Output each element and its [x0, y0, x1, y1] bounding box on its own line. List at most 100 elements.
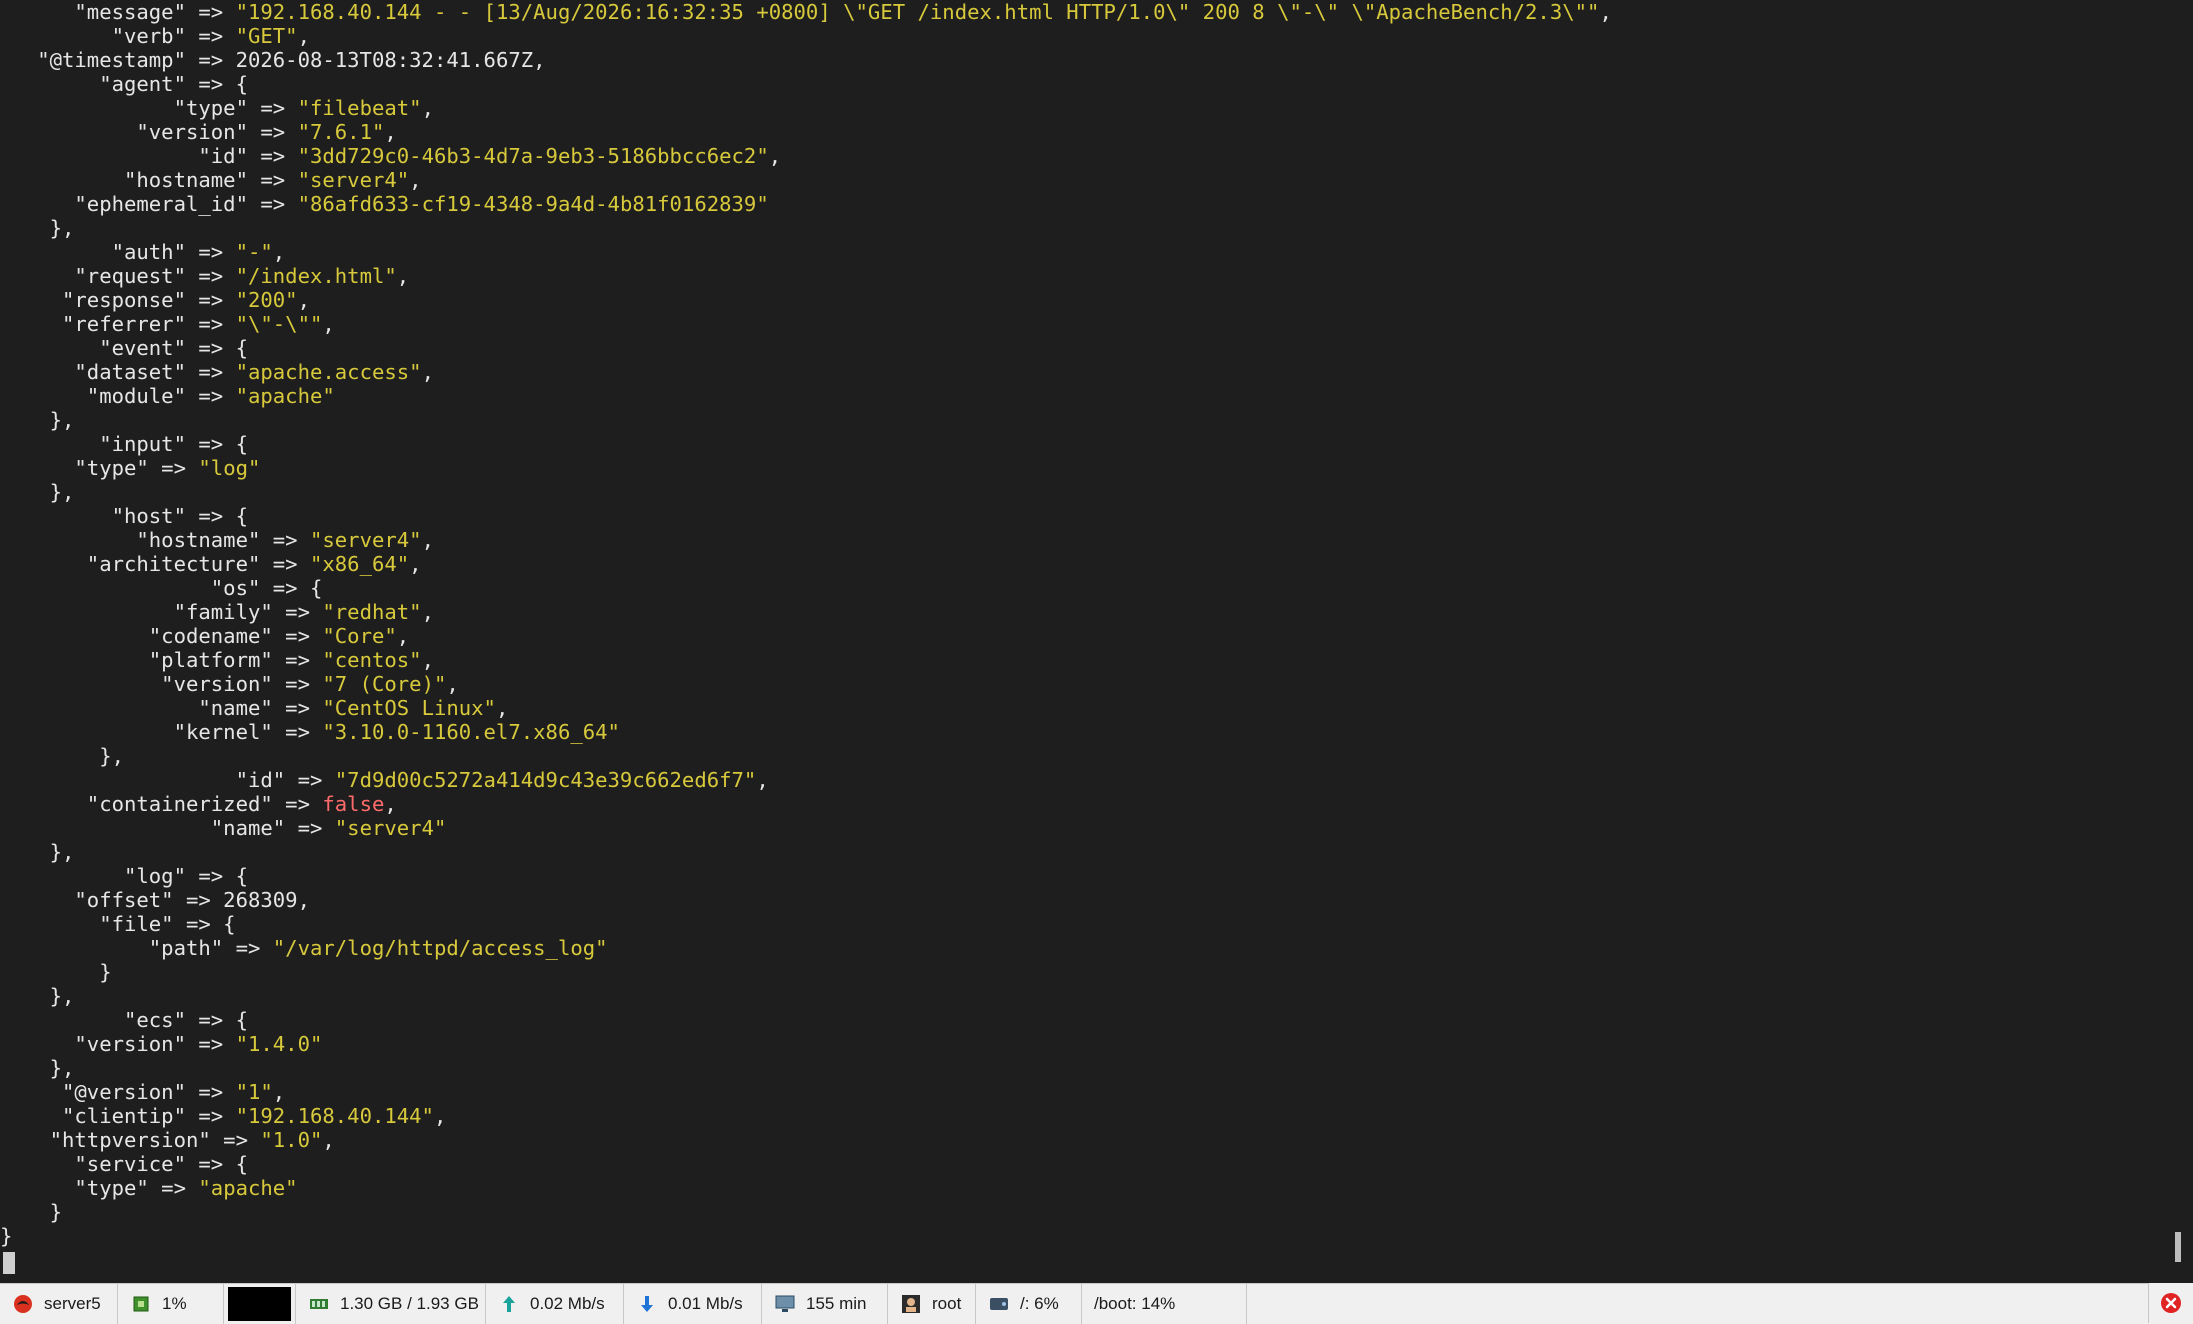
key-token: "path" => — [0, 936, 273, 960]
upload-value: 0.02 Mb/s — [530, 1294, 605, 1313]
key-token: , — [297, 288, 310, 312]
terminal-line: }, — [0, 840, 75, 864]
key-token: "hostname" => — [0, 168, 298, 192]
scrollbar-thumb[interactable] — [2175, 1232, 2181, 1262]
terminal-scrollbar[interactable] — [2165, 0, 2193, 1283]
disk-root-segment[interactable]: /: 6% — [976, 1284, 1082, 1324]
key-token: "event" => { — [0, 336, 248, 360]
terminal-line: "verb" => "GET", — [0, 24, 310, 48]
key-token: "name" => — [0, 696, 323, 720]
close-button[interactable] — [2148, 1283, 2193, 1323]
key-token: }, — [0, 744, 124, 768]
key-token: , — [384, 792, 397, 816]
key-token: "module" => — [0, 384, 236, 408]
terminal-line: }, — [0, 480, 75, 504]
terminal-line: "module" => "apache" — [0, 384, 335, 408]
key-token: , — [433, 1104, 447, 1128]
key-token: "referrer" => — [0, 312, 236, 336]
key-token: , — [384, 120, 397, 144]
key-token: "response" => — [0, 288, 236, 312]
key-token: , — [495, 696, 509, 720]
string-token: "redhat" — [322, 600, 422, 624]
key-token: "service" => { — [0, 1152, 248, 1176]
terminal-line: "input" => { — [0, 432, 248, 456]
string-token: "apache" — [235, 384, 335, 408]
key-token: "@timestamp" => 2026-08-13T08:32:41.667Z… — [0, 48, 546, 72]
terminal-line: } — [0, 1200, 62, 1224]
boolean-token: false — [322, 792, 385, 816]
memory-icon — [308, 1293, 330, 1315]
key-token: , — [421, 648, 434, 672]
download-value: 0.01 Mb/s — [668, 1294, 743, 1313]
string-token: "/var/log/httpd/access_log" — [272, 936, 608, 960]
key-token: "@version" => — [0, 1080, 236, 1104]
key-token: "host" => { — [0, 504, 248, 528]
terminal-line: "platform" => "centos", — [0, 648, 434, 672]
close-icon — [2160, 1292, 2182, 1314]
key-token: "offset" => 268309, — [0, 888, 310, 912]
key-token: "version" => — [0, 672, 323, 696]
cpu-value: 1% — [162, 1294, 187, 1313]
terminal-line: "response" => "200", — [0, 288, 310, 312]
key-token: } — [0, 960, 112, 984]
string-token: "7.6.1" — [297, 120, 385, 144]
key-token: , — [297, 24, 310, 48]
terminal-line: "agent" => { — [0, 72, 248, 96]
key-token: }, — [0, 480, 75, 504]
memory-value: 1.30 GB / 1.93 GB — [340, 1294, 479, 1313]
string-token: "192.168.40.144" — [235, 1104, 434, 1128]
key-token: , — [421, 360, 434, 384]
key-token: "id" => — [0, 144, 298, 168]
terminal-line: "codename" => "Core", — [0, 624, 409, 648]
disk-boot-segment[interactable]: /boot: 14% — [1082, 1284, 1247, 1324]
key-token: "request" => — [0, 264, 236, 288]
string-token: "/index.html" — [235, 264, 397, 288]
string-token: "7 (Core)" — [322, 672, 447, 696]
terminal-line: "architecture" => "x86_64", — [0, 552, 422, 576]
memory-segment[interactable]: 1.30 GB / 1.93 GB — [296, 1284, 486, 1324]
key-token: , — [322, 1128, 335, 1152]
terminal-line: "name" => "server4" — [0, 816, 447, 840]
key-token: "agent" => { — [0, 72, 248, 96]
string-token: "server4" — [334, 816, 447, 840]
terminal-output[interactable]: "message" => "192.168.40.144 - - [13/Aug… — [0, 0, 2160, 1283]
terminal-line: "referrer" => "\"-\"", — [0, 312, 335, 336]
download-segment[interactable]: 0.01 Mb/s — [624, 1284, 762, 1324]
cpu-segment[interactable]: 1% — [118, 1284, 224, 1324]
terminal-line: "containerized" => false, — [0, 792, 397, 816]
string-token: "log" — [198, 456, 261, 480]
key-token: , — [396, 264, 410, 288]
terminal-line: "service" => { — [0, 1152, 248, 1176]
string-token: "1" — [235, 1080, 273, 1104]
cpu-graph-segment — [224, 1284, 296, 1324]
terminal-line: "family" => "redhat", — [0, 600, 434, 624]
uptime-segment[interactable]: 155 min — [762, 1284, 888, 1324]
key-token: "version" => — [0, 120, 298, 144]
key-token: , — [756, 768, 769, 792]
user-icon — [900, 1293, 922, 1315]
key-token: "auth" => — [0, 240, 236, 264]
key-token: } — [0, 1224, 13, 1248]
terminal-line: "type" => "apache" — [0, 1176, 297, 1200]
key-token: , — [446, 672, 459, 696]
terminal-line: "request" => "/index.html", — [0, 264, 409, 288]
terminal-line: "type" => "log" — [0, 456, 260, 480]
user-value: root — [932, 1294, 962, 1313]
terminal-line: "@timestamp" => 2026-08-13T08:32:41.667Z… — [0, 48, 546, 72]
string-token: "GET" — [235, 24, 298, 48]
user-segment[interactable]: root — [888, 1284, 976, 1324]
terminal-line: "version" => "7.6.1", — [0, 120, 397, 144]
disk-root-value: /: 6% — [1020, 1294, 1059, 1313]
string-token: "centos" — [322, 648, 422, 672]
key-token: "id" => — [0, 768, 335, 792]
key-token: "input" => { — [0, 432, 248, 456]
key-token: "file" => { — [0, 912, 236, 936]
terminal-line: "id" => "7d9d00c5272a414d9c43e39c662ed6f… — [0, 768, 769, 792]
terminal-line: }, — [0, 984, 75, 1008]
upload-icon — [498, 1293, 520, 1315]
session-segment[interactable]: server5 — [0, 1284, 118, 1324]
upload-segment[interactable]: 0.02 Mb/s — [486, 1284, 624, 1324]
terminal-line: }, — [0, 744, 124, 768]
monitor-icon — [774, 1293, 796, 1315]
key-token: }, — [0, 840, 75, 864]
